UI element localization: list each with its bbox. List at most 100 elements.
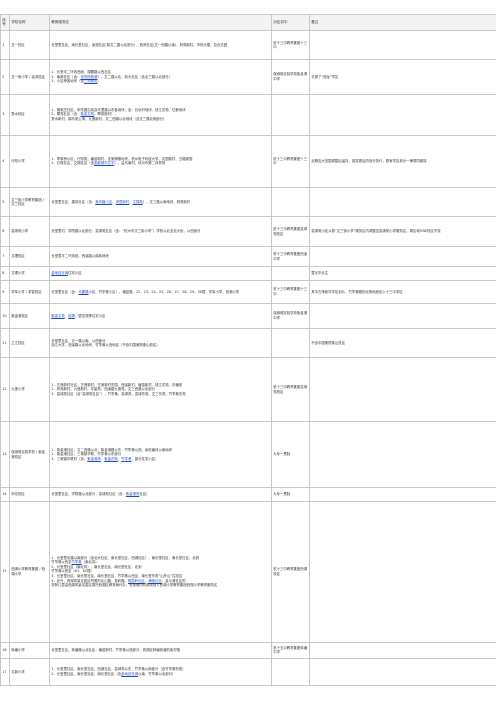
district-link[interactable]: 紫金港苑 bbox=[87, 457, 101, 461]
district-link[interactable]: 金地自在城 bbox=[51, 271, 68, 275]
middle-school bbox=[271, 327, 310, 359]
row-no: 16 bbox=[0, 641, 10, 659]
service-area: 1．紫金港社区，文二西路以北，紫金港路以东，竹竿巷以西，余杭塘河以南地块 2．紫金… bbox=[49, 421, 272, 489]
row-no: 13 bbox=[0, 421, 10, 489]
campus-name: 秀水校区 bbox=[9, 93, 50, 136]
district-link[interactable]: 紫金港苑 bbox=[126, 492, 140, 496]
service-area: 长堂里社区、文一路以南、以西部分 浙江大学、西溪路以北地块，竹竿巷以西地区（不含中… bbox=[49, 327, 272, 359]
row-no: 12 bbox=[0, 357, 10, 423]
service-area: 紫金文苑、桃源，银杏苑等住宅小区 bbox=[49, 302, 272, 329]
campus-name: 转塘小学 bbox=[9, 641, 50, 659]
district-link[interactable]: 金都城市芯宇 bbox=[94, 161, 114, 165]
row-no: 5 bbox=[0, 186, 10, 218]
district-link[interactable]: 竹竿巷 bbox=[72, 560, 82, 564]
table-row: 4 行知小学 1．李家桥小区、行知苑、塘苗新村、沈家牌楼地块、杭州电子科技大学、… bbox=[0, 134, 496, 188]
row-no: 14 bbox=[0, 487, 10, 502]
district-link[interactable]: 竞舟路小区 bbox=[95, 200, 112, 204]
table-row: 1 文一校区 长堂里社区、南长堂社区，景观社区(除文二路以北部分) ，西岸社区(… bbox=[0, 29, 496, 61]
table-row: 11 之江校区 长堂里社区、文一路以南、以西部分 浙江大学、西溪路以北地块，竹竿巷… bbox=[0, 327, 496, 359]
table-row: 14 申花校区 长堂里社区、学院路以北部分，嘉绿苑社区（含：紫金港苑社区） 九年… bbox=[0, 487, 496, 502]
service-area: 1．古荡新村社区、古荡新村、古荡新村东园，西溪新村，塘苗新村，钱江花苑，东塘苑 2… bbox=[49, 357, 272, 423]
district-link[interactable]: 满陇社区 bbox=[148, 579, 162, 583]
campus-name: 学军小学 / 求智校区 bbox=[9, 280, 50, 304]
middle-school bbox=[271, 186, 310, 218]
header-area: 教育服务区 bbox=[49, 14, 272, 31]
table-row: 13 保俶塔实验学校 / 紫金港校区 1．紫金港社区，文二西路以北，紫金港路以东… bbox=[0, 421, 496, 489]
district-link[interactable]: 三坝新苑 bbox=[84, 79, 98, 83]
district-link[interactable]: 紫金花苑 bbox=[104, 457, 118, 461]
middle-school: 保俶塔实验学校紫金港中学 bbox=[271, 302, 310, 329]
row-no: 10 bbox=[0, 302, 10, 329]
service-area: 长堂里半二环线段，西溪路以南各地块 bbox=[49, 245, 272, 268]
district-link[interactable]: 栖霞岭社区 bbox=[128, 579, 145, 583]
middle-school: 杭十三中教育集团西湖校区 bbox=[271, 500, 310, 643]
service-area: 1．长堂半二环线西段，湖墅路以西社区 2．南都社区（含：世茂西西湖），文二路以北，… bbox=[49, 59, 272, 95]
middle-school bbox=[271, 266, 310, 282]
district-link[interactable]: 求是新村 bbox=[116, 200, 130, 204]
table-row: 9 学军小学 / 求智校区 长堂里社区（含：马塍路小区、竹竿巷小区）、塘苗路、2… bbox=[0, 280, 496, 304]
row-no: 3 bbox=[0, 93, 10, 136]
note: 不含中国美院象山校区 bbox=[309, 327, 496, 359]
service-area: 1．李家桥小区、行知苑、塘苗新村、沈家牌楼地块、杭州电子科技大学、花园新村、五福… bbox=[49, 134, 272, 188]
service-area: 1．骆家庄社区、申花路沿线及丰潭路以东各地块，含：长浜村地块、钱江花苑、亿都地块… bbox=[49, 93, 272, 136]
campus-name: 申花校区 bbox=[9, 487, 50, 502]
note bbox=[309, 500, 496, 643]
campus-name: 文三街小学教育集团 / 文三校区 bbox=[9, 186, 50, 218]
note bbox=[309, 487, 496, 502]
table-row: 12 九莲小学 1．古荡新村社区、古荡新村、古荡新村东园，西溪新村，塘苗新村，钱… bbox=[0, 357, 496, 423]
service-area: 长堂里社区、转塘路以北社区，塘苗新村、竹竿巷以西部分，西湖区转塘街道的各村落 bbox=[49, 641, 272, 659]
middle-school: 杭十三中教育集团西溪中学 bbox=[271, 245, 310, 268]
note bbox=[309, 29, 496, 61]
campus-name: 文新小学 bbox=[9, 657, 50, 687]
row-no: 6 bbox=[0, 216, 10, 247]
district-link[interactable]: 竹竿巷 bbox=[121, 457, 131, 461]
note: 近期应大范围调整后留存，按变更后的划分执行，原有学区划分一律视同废除 bbox=[309, 134, 496, 188]
district-link[interactable]: 紫金文苑 bbox=[80, 112, 94, 116]
table-row: 6 嘉绿苑小学 长堂里村、学院路以北部分，嘉绿苑社区（含：“杭州市文三街小学”）… bbox=[0, 216, 496, 247]
campus-name: 西湖小学教育集团 / 西湖小学 bbox=[9, 500, 50, 643]
middle-school: 杭十三中教育集团嘉绿苑校区 bbox=[271, 216, 310, 247]
middle-school: 杭十三中教育集团十三中 bbox=[271, 280, 310, 304]
note bbox=[309, 245, 496, 268]
row-no: 7 bbox=[0, 245, 10, 268]
note bbox=[309, 186, 496, 218]
service-area: 长堂里社区、学院路以北部分，嘉绿苑社区（含：紫金港苑社区） bbox=[49, 487, 272, 502]
note bbox=[309, 421, 496, 489]
table-row: 10 紫金港校区 紫金文苑、桃源，银杏苑等住宅小区 保俶塔实验学校紫金港中学 bbox=[0, 302, 496, 329]
campus-name: 行知小学 bbox=[9, 134, 50, 188]
table-row: 15 西湖小学教育集团 / 西湖小学 1．长堂里北路以南部分（含北大社区、南长堂… bbox=[0, 500, 496, 643]
service-area: 长堂里社区、建设社区（含：竞舟路小区、求是新村、文锦苑），文三路以南地块，府苑新… bbox=[49, 186, 272, 218]
note bbox=[309, 357, 496, 423]
note: 其中古荡新村学区划片，竹竿巷路的北侧地段划入十三中学区 bbox=[309, 280, 496, 304]
district-link[interactable]: 文锦苑 bbox=[133, 200, 143, 204]
note: 暂无毕业生 bbox=[309, 266, 496, 282]
campus-name: 文理校区 bbox=[9, 245, 50, 268]
service-area: 长堂里社区、南长堂社区，景观社区(除文二路以北部分) ，西岸社区(文一西路以南)… bbox=[49, 29, 272, 61]
campus-name: 文理小学 bbox=[9, 266, 50, 282]
campus-name: 文一街小学 / 高鸿校区 bbox=[9, 59, 50, 95]
campus-name: 保俶塔实验学校 / 紫金港校区 bbox=[9, 421, 50, 489]
middle-school bbox=[271, 657, 310, 687]
table-row: 3 秀水校区 1．骆家庄社区、申花路沿线及丰潭路以东各地块，含：长浜村地块、钱江… bbox=[0, 93, 496, 136]
row-no: 2 bbox=[0, 59, 10, 95]
middle-school: 九年一贯制 bbox=[271, 487, 310, 502]
note: 嘉绿苑小区从原“文三街小学”服务区内调整至嘉绿苑小学服务区，原区域ONE校区不变 bbox=[309, 216, 496, 247]
middle-school: 杭十三中教育集团十三中 bbox=[271, 134, 310, 188]
district-link[interactable]: 紫金文苑 bbox=[51, 314, 65, 318]
service-area: 长堂里村、学院路以北部分，嘉绿苑社区（含：“杭州市文三街小学”）学校以北至北大街… bbox=[49, 216, 272, 247]
district-link[interactable]: 桃源 bbox=[68, 314, 75, 318]
note bbox=[309, 93, 496, 136]
table-row: 7 文理校区 长堂里半二环线段，西溪路以南各地块 杭十三中教育集团西溪中学 bbox=[0, 245, 496, 268]
district-link[interactable]: 金地自在城 bbox=[121, 672, 138, 676]
row-no: 15 bbox=[0, 500, 10, 643]
note bbox=[309, 641, 496, 659]
middle-school: 杭十五中教育集团转塘中学 bbox=[271, 641, 310, 659]
table-row: 2 文一街小学 / 高鸿校区 1．长堂半二环线西段，湖墅路以西社区 2．南都社区（… bbox=[0, 59, 496, 95]
district-link[interactable]: 马塍路 bbox=[78, 290, 88, 294]
middle-school bbox=[271, 93, 310, 136]
row-no: 17 bbox=[0, 657, 10, 687]
table-row: 17 文新小学 1．长堂里社区、南长堂社区、西湖社区，嘉绿苑以东，竹竿巷以南部分… bbox=[0, 657, 496, 687]
service-area: 金地自在城住宅小区 bbox=[49, 266, 272, 282]
table-header-row: 序号 学校名称 教育服务区 对应初中 备注 bbox=[0, 14, 496, 31]
header-note: 备注 bbox=[309, 14, 496, 31]
